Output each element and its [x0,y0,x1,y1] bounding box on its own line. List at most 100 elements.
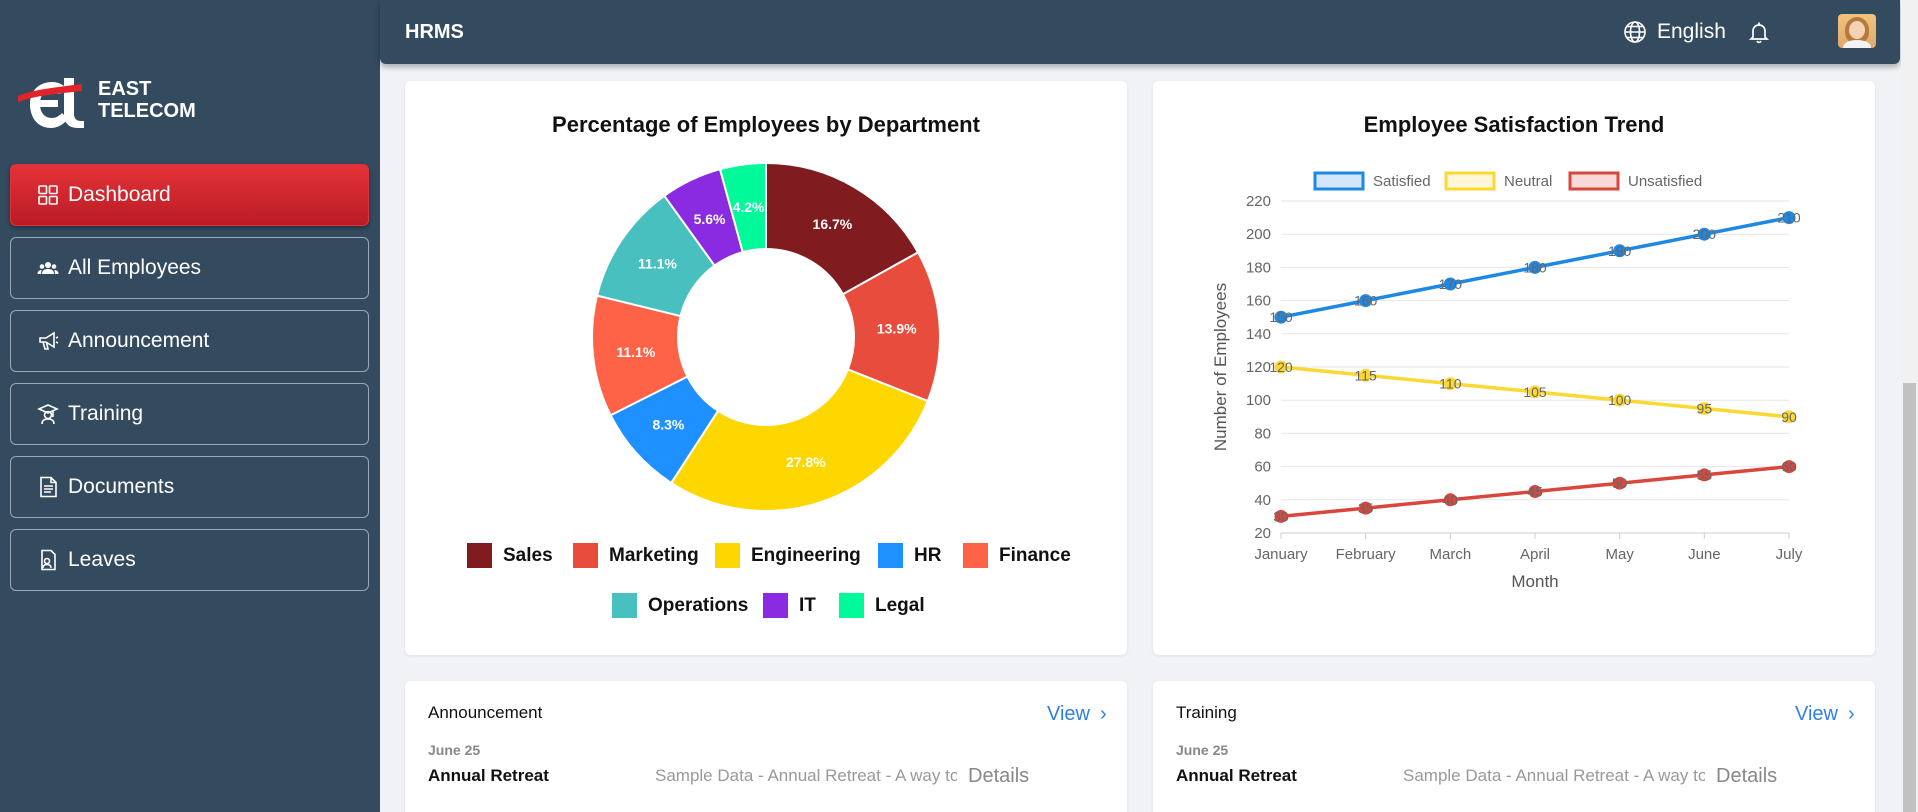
x-tick-label: March [1429,546,1471,563]
y-tick-label: 100 [1246,392,1271,409]
legend-item-it[interactable]: IT [763,593,816,618]
data-label: 55 [1697,467,1713,483]
y-tick-label: 200 [1246,226,1271,243]
legend-label: Legal [875,594,925,616]
data-label: 170 [1439,276,1463,292]
x-tick-label: January [1254,546,1308,563]
legend-item-legal[interactable]: Legal [839,593,925,618]
legend-label: Unsatisfied [1628,173,1702,190]
legend-swatch [878,543,903,568]
sidebar-nav: Dashboard All Employees Announcement Tra… [10,164,369,602]
sidebar-item-all-employees[interactable]: All Employees [10,237,369,299]
legend-swatch [763,593,788,618]
announcement-item-desc: Sample Data - Annual Retreat - A way to [655,766,957,785]
y-axis-label: Number of Employees [1211,283,1230,451]
y-tick-label: 220 [1246,193,1271,210]
data-label: 190 [1608,243,1632,259]
data-label: 150 [1269,309,1293,325]
data-label: 60 [1781,459,1797,475]
users-icon [37,257,59,279]
avatar-body [1843,40,1871,48]
brand-line-2: TELECOM [98,100,196,122]
sidebar-item-announcement[interactable]: Announcement [10,310,369,372]
y-tick-label: 60 [1254,459,1271,476]
sidebar-item-dashboard[interactable]: Dashboard [10,164,369,226]
brand-name: EAST TELECOM [98,78,196,122]
legend-item-hr[interactable]: HR [878,543,941,568]
y-tick-label: 160 [1246,293,1271,310]
data-label: 95 [1697,401,1713,417]
x-tick-label: May [1605,546,1634,563]
document-icon [37,476,59,498]
x-tick-label: June [1688,546,1721,563]
data-label: 115 [1355,367,1378,383]
legend-label: Marketing [609,544,699,566]
training-item-desc: Sample Data - Annual Retreat - A way to [1403,766,1705,785]
legend-label: Sales [503,544,553,566]
legend-swatch [1313,171,1365,191]
data-label: 180 [1523,259,1547,275]
bell-icon[interactable] [1747,20,1771,44]
announcement-title: Announcement [428,703,543,722]
view-label: View [1047,703,1090,725]
legend-item-neutral[interactable]: Neutral [1444,171,1552,191]
y-tick-label: 180 [1246,259,1271,276]
y-tick-label: 40 [1254,492,1271,509]
y-tick-label: 20 [1254,525,1271,542]
announcement-date: June 25 [428,742,481,758]
legend-swatch [467,543,492,568]
data-label: 90 [1781,409,1797,425]
megaphone-icon [37,330,59,352]
sidebar-item-documents[interactable]: Documents [10,456,369,518]
x-tick-label: February [1336,546,1397,563]
x-axis-label: Month [1511,572,1558,591]
avatar[interactable] [1838,14,1876,48]
sidebar-item-label: All Employees [68,256,202,279]
page-title: HRMS [405,21,464,43]
page-scrollbar-thumb[interactable] [1903,383,1916,812]
language-selector[interactable]: English [1623,20,1726,44]
legend-swatch [963,543,988,568]
legend-swatch [1568,171,1620,191]
sidebar-item-training[interactable]: Training [10,383,369,445]
legend-label: Operations [648,594,749,616]
legend-label: Engineering [751,544,861,566]
legend-item-engineering[interactable]: Engineering [715,543,861,568]
avatar-face [1849,21,1865,39]
announcement-card: Announcement View › June 25 Annual Retre… [405,681,1127,812]
data-label: 35 [1358,500,1374,516]
view-label: View [1795,703,1838,725]
training-view-link[interactable]: View › [1795,703,1855,726]
data-label: 210 [1777,210,1801,226]
sidebar-item-leaves[interactable]: Leaves [10,529,369,591]
x-tick-label: April [1520,546,1550,563]
data-label: 160 [1354,293,1378,309]
legend-item-finance[interactable]: Finance [963,543,1071,568]
sidebar-item-label: Announcement [68,329,210,352]
announcement-details-button[interactable]: Details [968,765,1029,788]
training-icon [37,403,59,425]
training-details-button[interactable]: Details [1716,765,1777,788]
announcement-item-title: Annual Retreat [428,766,549,785]
top-header: HRMS English [380,0,1900,64]
legend-label: Finance [999,544,1071,566]
chevron-right-icon: › [1848,703,1855,725]
legend-item-sales[interactable]: Sales [467,543,553,568]
legend-swatch [1444,171,1496,191]
legend-label: Satisfied [1373,173,1431,190]
department-legend: Sales Marketing Engineering HR Finance O… [405,81,1127,655]
sidebar-item-label: Leaves [68,548,136,571]
legend-item-unsatisfied[interactable]: Unsatisfied [1568,171,1702,191]
legend-item-marketing[interactable]: Marketing [573,543,699,568]
data-label: 45 [1527,484,1543,500]
announcement-view-link[interactable]: View › [1047,703,1107,726]
legend-item-operations[interactable]: Operations [612,593,748,618]
legend-item-satisfied[interactable]: Satisfied [1313,171,1431,191]
department-chart-card: Percentage of Employees by Department 16… [405,81,1127,655]
satisfaction-line-chart: 20 40 60 80 100 120 140 160 180 200 220 January Febr… [1211,171,1803,591]
sidebar-item-label: Training [68,402,144,425]
leave-icon [37,549,59,571]
sidebar-item-label: Documents [68,475,175,498]
data-label: 100 [1608,392,1632,408]
training-title: Training [1176,703,1237,722]
